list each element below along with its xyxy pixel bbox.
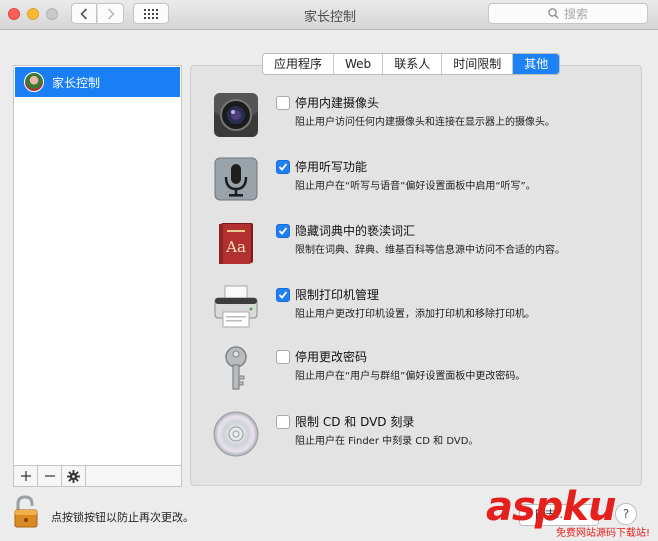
forward-button[interactable] <box>98 3 124 24</box>
microphone-icon <box>214 157 258 201</box>
option-disable-camera: 停用内建摄像头 阻止用户访问任何内建摄像头和连接在显示器上的摄像头。 <box>212 91 632 147</box>
option-title: 停用内建摄像头 <box>295 96 380 110</box>
plus-icon <box>20 471 31 481</box>
option-restrict-burning: 限制 CD 和 DVD 刻录 阻止用户在 Finder 中刻录 CD 和 DVD… <box>212 410 632 466</box>
user-list-toolbar <box>13 465 182 487</box>
add-user-button[interactable] <box>14 466 38 486</box>
tab-bar: 应用程序 Web 联系人 时间限制 其他 <box>262 53 561 75</box>
key-icon <box>225 346 247 390</box>
search-placeholder: 搜索 <box>563 7 588 21</box>
option-checkbox[interactable] <box>276 96 290 110</box>
disc-icon <box>213 411 259 457</box>
option-title: 停用更改密码 <box>295 350 368 364</box>
printer-icon <box>214 285 258 328</box>
tab-time-limits[interactable]: 时间限制 <box>442 54 514 74</box>
option-title: 停用听写功能 <box>295 160 368 174</box>
window-title: 家长控制 <box>303 10 356 25</box>
user-list-item[interactable]: 家长控制 <box>15 67 180 97</box>
remove-user-button[interactable] <box>38 466 62 486</box>
option-title: 隐藏词典中的亵渎词汇 <box>295 224 416 238</box>
grid-icon <box>144 8 158 19</box>
user-name: 家长控制 <box>52 75 101 90</box>
chevron-left-icon <box>80 7 88 20</box>
gear-icon <box>67 469 80 483</box>
tab-contacts[interactable]: 联系人 <box>383 54 443 74</box>
search-icon <box>548 8 559 19</box>
lock-hint-text: 点按锁按钮以防止再次更改。 <box>51 511 194 524</box>
minus-icon <box>44 475 55 477</box>
chevron-right-icon <box>107 7 115 20</box>
back-button[interactable] <box>71 3 97 24</box>
option-description: 阻止用户在“用户与群组”偏好设置面板中更改密码。 <box>295 371 526 382</box>
option-restrict-printer: 限制打印机管理 阻止用户更改打印机设置，添加打印机和移除打印机。 <box>212 283 632 339</box>
watermark-logo: aspku 免费网站源码下载站! <box>486 484 656 541</box>
option-hide-profanity: Aa 隐藏词典中的亵渎词汇 限制在词典、辞典、维基百科等信息源中访问不合适的内容… <box>212 219 632 275</box>
option-checkbox[interactable] <box>276 288 290 302</box>
minimize-window-button[interactable] <box>27 8 39 20</box>
svg-text:Aa: Aa <box>225 238 246 256</box>
option-title: 限制 CD 和 DVD 刻录 <box>295 415 415 429</box>
close-window-button[interactable] <box>8 8 20 20</box>
camera-icon <box>214 93 258 137</box>
settings-button[interactable] <box>62 466 86 486</box>
zoom-window-button[interactable] <box>46 8 58 20</box>
option-description: 阻止用户在 Finder 中刻录 CD 和 DVD。 <box>295 436 479 447</box>
tab-apps[interactable]: 应用程序 <box>263 54 335 74</box>
search-input[interactable]: 搜索 <box>488 3 648 24</box>
option-checkbox[interactable] <box>276 224 290 238</box>
option-disable-password-change: 停用更改密码 阻止用户在“用户与群组”偏好设置面板中更改密码。 <box>212 345 632 401</box>
user-list[interactable]: 家长控制 <box>13 65 182 466</box>
option-description: 阻止用户在“听写与语音”偏好设置面板中启用“听写”。 <box>295 181 536 192</box>
option-disable-dictation: 停用听写功能 阻止用户在“听写与语音”偏好设置面板中启用“听写”。 <box>212 155 632 211</box>
checkmark-icon <box>278 163 288 171</box>
option-description: 限制在词典、辞典、维基百科等信息源中访问不合适的内容。 <box>295 245 565 256</box>
tab-other[interactable]: 其他 <box>513 54 560 74</box>
option-checkbox[interactable] <box>276 160 290 174</box>
avatar <box>24 72 44 92</box>
dictionary-icon: Aa <box>219 223 253 264</box>
option-checkbox[interactable] <box>276 350 290 364</box>
option-description: 阻止用户访问任何内建摄像头和连接在显示器上的摄像头。 <box>295 117 555 128</box>
option-title: 限制打印机管理 <box>295 288 380 302</box>
tab-web[interactable]: Web <box>334 54 384 74</box>
lock-icon[interactable] <box>12 495 42 529</box>
show-all-button[interactable] <box>133 3 169 24</box>
checkmark-icon <box>278 227 288 235</box>
option-checkbox[interactable] <box>276 415 290 429</box>
title-bar: 家长控制 搜索 <box>0 0 658 30</box>
option-description: 阻止用户更改打印机设置，添加打印机和移除打印机。 <box>295 309 535 320</box>
checkmark-icon <box>278 291 288 299</box>
watermark-subtext: 免费网站源码下载站! <box>556 528 651 539</box>
